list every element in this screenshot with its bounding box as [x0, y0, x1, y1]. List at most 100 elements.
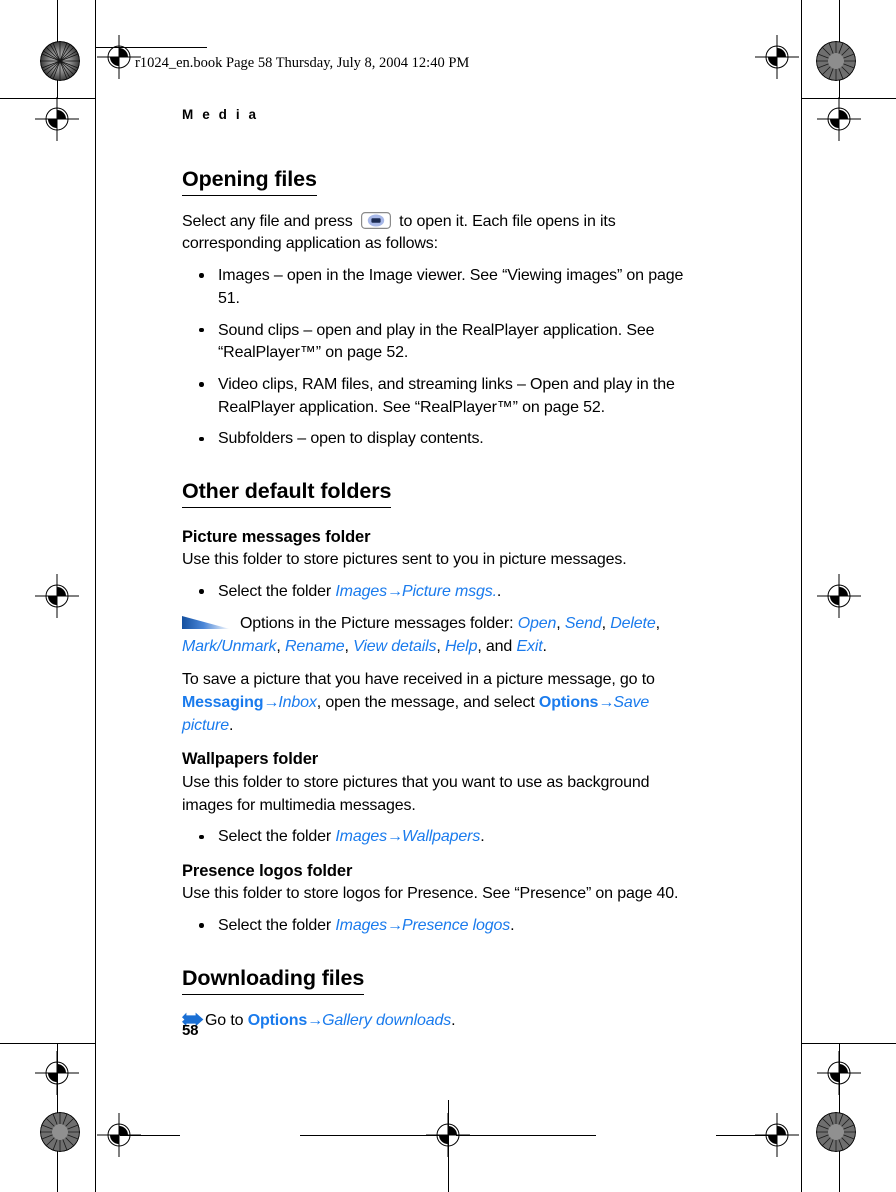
select-folder-suffix: .	[510, 917, 515, 935]
options-note-callout: Options in the Picture messages folder: …	[182, 614, 660, 655]
running-head: M e d i a	[182, 107, 259, 122]
registration-mark-icon	[755, 1113, 799, 1157]
gallery-downloads-instruction: Go to Options→Gallery downloads.	[182, 1010, 702, 1033]
color-rosette-icon	[40, 1112, 80, 1152]
picture-messages-folder-bullets: Select the folder Images→Picture msgs..	[182, 581, 702, 604]
trim-line-left-vertical	[95, 0, 96, 1192]
section-heading-wrap-opening-files: Opening files	[182, 167, 702, 203]
path-link-presence-logos[interactable]: Presence logos	[402, 917, 510, 934]
list-item: Select the folder Images→Wallpapers.	[182, 826, 702, 849]
bullet-dot-icon	[199, 923, 204, 928]
options-note-lead: Options in the Picture messages folder:	[240, 614, 514, 632]
option-mark-unmark[interactable]: Mark/Unmark	[182, 638, 277, 655]
goto-suffix: .	[451, 1011, 456, 1029]
registration-mark-icon	[35, 1051, 79, 1095]
path-link-inbox[interactable]: Inbox	[278, 694, 317, 711]
registration-mark-icon	[817, 574, 861, 618]
select-folder-suffix: .	[480, 828, 485, 846]
section-heading-wrap-downloading-files: Downloading files	[182, 966, 702, 1002]
registration-mark-icon	[817, 97, 861, 141]
path-arrow-icon: →	[263, 693, 279, 711]
registration-mark-icon	[755, 35, 799, 79]
path-link-gallery-downloads[interactable]: Gallery downloads	[322, 1012, 451, 1029]
save-picture-paragraph: To save a picture that you have received…	[182, 669, 702, 737]
list-item: Images – open in the Image viewer. See “…	[182, 265, 702, 310]
path-link-options[interactable]: Options	[539, 694, 599, 711]
path-link-picture-msgs[interactable]: Picture msgs.	[402, 583, 497, 600]
crop-line-bottom-left-horizontal	[0, 1043, 95, 1044]
color-rosette-icon	[816, 1112, 856, 1152]
path-arrow-icon: →	[598, 693, 614, 711]
list-item-text: Subfolders – open to display contents.	[218, 430, 484, 448]
path-link-images[interactable]: Images	[335, 828, 387, 845]
color-rosette-icon	[40, 41, 80, 81]
color-rosette-icon	[816, 41, 856, 81]
list-item-text: Sound clips – open and play in the RealP…	[218, 321, 655, 362]
bullet-dot-icon	[199, 436, 204, 442]
path-arrow-icon: →	[386, 828, 403, 846]
presence-logos-folder-body: Use this folder to store logos for Prese…	[182, 885, 679, 903]
registration-mark-icon	[35, 97, 79, 141]
printed-page: r1024_en.book Page 58 Thursday, July 8, …	[0, 0, 896, 1192]
list-item-text: Images – open in the Image viewer. See “…	[218, 267, 684, 307]
save-picture-part2: , open the message, and select	[316, 693, 535, 711]
list-item: Subfolders – open to display contents.	[182, 428, 702, 451]
print-header: r1024_en.book Page 58 Thursday, July 8, …	[135, 55, 470, 71]
path-arrow-icon: →	[386, 583, 403, 601]
opening-files-intro-before: Select any file and press	[182, 212, 353, 230]
save-picture-part3: .	[228, 716, 234, 734]
goto-prefix: Go to	[205, 1011, 244, 1029]
list-item: Sound clips – open and play in the RealP…	[182, 320, 702, 365]
section-heading-downloading-files: Downloading files	[182, 966, 364, 995]
registration-mark-icon	[817, 1051, 861, 1095]
option-rename[interactable]: Rename	[285, 638, 345, 655]
registration-mark-icon	[97, 1113, 141, 1157]
save-picture-part1: To save a picture that you have received…	[182, 671, 655, 689]
option-open[interactable]: Open	[518, 615, 557, 632]
select-folder-prefix: Select the folder	[218, 828, 332, 846]
path-link-images[interactable]: Images	[335, 917, 387, 934]
path-arrow-icon: →	[386, 917, 403, 935]
subsection-title-presence-logos-folder: Presence logos folder	[182, 861, 353, 880]
crop-line-bottom-mid-right	[456, 1135, 596, 1136]
bullet-dot-icon	[199, 834, 204, 840]
option-help[interactable]: Help	[445, 638, 477, 655]
select-key-icon	[360, 211, 391, 229]
registration-mark-icon	[35, 574, 79, 618]
bullet-dot-icon	[199, 273, 204, 278]
bullet-dot-icon	[199, 589, 204, 594]
list-item: Video clips, RAM files, and streaming li…	[182, 374, 702, 419]
crop-line-bottom-right-horizontal	[801, 1043, 896, 1044]
option-delete[interactable]: Delete	[610, 615, 656, 632]
subsection-title-wallpapers-folder: Wallpapers folder	[182, 750, 319, 769]
list-item: Select the folder Images→Picture msgs..	[182, 581, 702, 604]
path-link-messaging[interactable]: Messaging	[182, 694, 263, 711]
option-view-details[interactable]: View details	[353, 638, 436, 655]
path-arrow-icon: →	[307, 1011, 323, 1029]
section-heading-wrap-other-default-folders: Other default folders	[182, 479, 702, 515]
page-content: M e d i a Opening files Select any file …	[182, 107, 702, 1033]
page-number: 58	[182, 1022, 199, 1039]
opening-files-intro: Select any file and press to open it. Ea…	[182, 211, 702, 256]
trim-line-right-vertical	[801, 0, 802, 1192]
select-folder-prefix: Select the folder	[218, 583, 332, 601]
options-note-terminator: .	[542, 637, 547, 655]
path-link-options[interactable]: Options	[248, 1012, 308, 1029]
options-note-conjunction: and	[485, 637, 513, 655]
section-heading-other-default-folders: Other default folders	[182, 479, 391, 508]
subsection-title-picture-messages-folder: Picture messages folder	[182, 527, 371, 546]
path-link-wallpapers[interactable]: Wallpapers	[402, 828, 480, 845]
picture-messages-folder-body: Use this folder to store pictures sent t…	[182, 551, 627, 569]
select-folder-prefix: Select the folder	[218, 917, 332, 935]
note-wedge-icon	[182, 615, 230, 629]
bullet-dot-icon	[199, 382, 204, 387]
list-item: Select the folder Images→Presence logos.	[182, 915, 702, 938]
crop-line-bottom-mid-left	[300, 1135, 440, 1136]
option-send[interactable]: Send	[565, 615, 602, 632]
option-exit[interactable]: Exit	[516, 638, 542, 655]
path-link-images[interactable]: Images	[335, 583, 387, 600]
bullet-dot-icon	[199, 327, 204, 333]
registration-mark-icon	[426, 1113, 470, 1157]
wallpapers-folder-body: Use this folder to store pictures that y…	[182, 773, 650, 814]
presence-logos-folder-bullets: Select the folder Images→Presence logos.	[182, 915, 702, 938]
